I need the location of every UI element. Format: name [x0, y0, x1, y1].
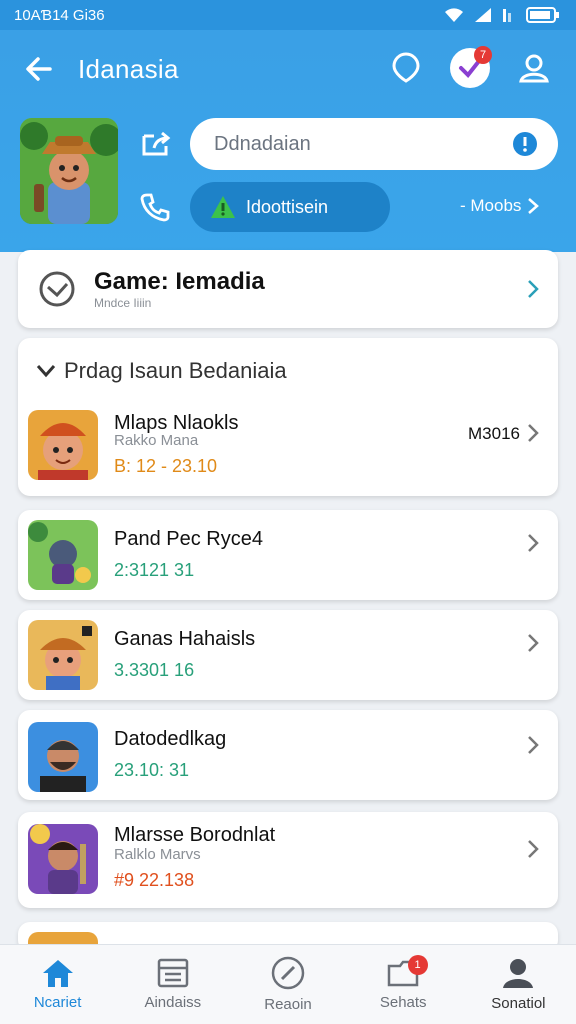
info-icon[interactable] — [512, 131, 538, 157]
profile-button[interactable] — [514, 48, 554, 88]
game-thumbnail — [28, 824, 98, 894]
game-title: Ganas Hahaisls — [114, 628, 256, 650]
game-character-image — [20, 118, 118, 224]
nav-label: Aindaiss — [144, 994, 202, 1011]
game-character-image — [28, 620, 98, 690]
notifications-button[interactable]: 7 — [450, 46, 492, 88]
nav-label: Reaoin — [264, 996, 312, 1013]
game-meta: 3.3301 16 — [114, 660, 195, 680]
top-actions: 7 — [386, 46, 554, 88]
game-thumbnail — [28, 520, 98, 590]
page-title: Idanasia — [78, 54, 179, 84]
featured-game-thumbnail[interactable] — [20, 118, 118, 224]
back-button[interactable] — [22, 52, 56, 86]
chevron-right-icon — [528, 840, 539, 858]
nav-item-home[interactable]: Ncariet — [0, 945, 115, 1024]
list-item[interactable]: Datodedlkag 23.10: 31 — [18, 710, 558, 800]
no-entry-icon — [39, 271, 75, 307]
share-button[interactable] — [140, 130, 172, 163]
profile-icon — [503, 959, 534, 988]
search-input[interactable]: Ddnadaian — [190, 118, 558, 170]
game-meta: 23.10: 31 — [114, 760, 190, 780]
section-title: Prdag Isaun Bedaniaia — [64, 358, 287, 383]
more-link-label: - Moobs — [460, 196, 522, 215]
bottom-navigation: Ncariet Aindaiss Reaoin 1 Sehats Sonatio… — [0, 944, 576, 1024]
search-placeholder: Ddnadaian — [214, 132, 311, 155]
battery-icon — [526, 7, 559, 23]
list-item[interactable]: Ganas Hahaisls 3.3301 16 — [18, 610, 558, 700]
game-title: Pand Pec Ryce4 — [114, 528, 263, 550]
nav-label: Sonatiol — [491, 995, 546, 1012]
game-meta: 2:3121 31 — [114, 560, 195, 580]
status-icons — [444, 6, 560, 24]
featured-subtitle: Mndce Iiiin — [94, 296, 152, 310]
notification-badge: 7 — [474, 46, 492, 64]
chevron-right-icon — [528, 424, 539, 442]
wifi-icon — [445, 8, 463, 22]
call-button[interactable] — [140, 192, 170, 227]
location-button[interactable] — [386, 48, 426, 88]
game-title: Datodedlkag — [114, 728, 227, 750]
chevron-right-icon — [528, 280, 539, 298]
game-side-value: M3016 — [468, 424, 520, 443]
nav-item-list[interactable]: Aindaiss — [115, 945, 230, 1024]
nav-item-profile[interactable]: Sonatiol — [461, 945, 576, 1024]
game-thumbnail — [28, 722, 98, 792]
nav-item-explore[interactable]: Reaoin — [230, 945, 345, 1024]
featured-category-card[interactable]: Game: Iemadia Mndce Iiiin — [18, 250, 558, 328]
arrow-left-icon — [26, 57, 52, 81]
game-character-image — [28, 520, 98, 590]
status-bar: 10AƁ14 Gi36 — [0, 0, 576, 30]
chevron-right-icon — [528, 736, 539, 754]
share-icon — [142, 131, 171, 156]
nav-label: Ncariet — [33, 994, 82, 1011]
signal-icon — [475, 8, 491, 22]
section-header[interactable]: Prdag Isaun Bedaniaia — [36, 358, 287, 384]
game-character-image — [28, 410, 98, 480]
game-meta: #9 22.138 — [114, 870, 195, 890]
phone-icon — [140, 193, 170, 222]
game-title: Mlarsse Borodnlat — [114, 824, 276, 846]
nav-item-updates[interactable]: 1 Sehats — [346, 945, 461, 1024]
game-thumbnail — [28, 410, 98, 480]
top-bar: Idanasia 7 — [0, 30, 576, 110]
game-thumbnail — [28, 620, 98, 690]
featured-title: Game: Iemadia — [94, 268, 265, 295]
install-button-label: Idoottisein — [246, 196, 329, 217]
list-item[interactable]: Mlarsse Borodnlat Ralklo Marvs #9 22.138 — [18, 812, 558, 908]
game-developer: Rakko Mana — [114, 432, 199, 449]
more-link[interactable]: - Moobs — [460, 196, 540, 216]
game-character-image — [28, 824, 98, 894]
chevron-right-icon — [528, 634, 539, 652]
list-icon — [157, 958, 189, 988]
nav-label: Sehats — [379, 994, 427, 1011]
chevron-right-icon — [528, 534, 539, 552]
game-meta: B: 12 - 23.10 — [114, 456, 218, 476]
game-character-image — [28, 722, 98, 792]
header: Idanasia 7 Ddnadaian Idoottisein - Moobs — [0, 30, 576, 252]
status-time: 10AƁ14 Gi36 — [14, 6, 105, 24]
game-developer: Ralklo Marvs — [114, 846, 201, 863]
install-button[interactable]: Idoottisein — [190, 182, 390, 232]
nav-badge: 1 — [407, 955, 428, 975]
warning-icon — [211, 196, 235, 218]
signal2-icon — [503, 9, 511, 22]
compass-icon — [271, 956, 305, 990]
game-section-card: Prdag Isaun Bedaniaia Mlaps Nlaokls Rakk… — [18, 338, 558, 496]
chat-bubble-icon — [392, 52, 420, 83]
home-icon — [42, 960, 73, 987]
chevron-down-icon — [36, 365, 56, 378]
chevron-right-icon — [528, 198, 540, 214]
user-icon — [519, 54, 549, 83]
list-item[interactable]: Pand Pec Ryce4 2:3121 31 — [18, 510, 558, 600]
